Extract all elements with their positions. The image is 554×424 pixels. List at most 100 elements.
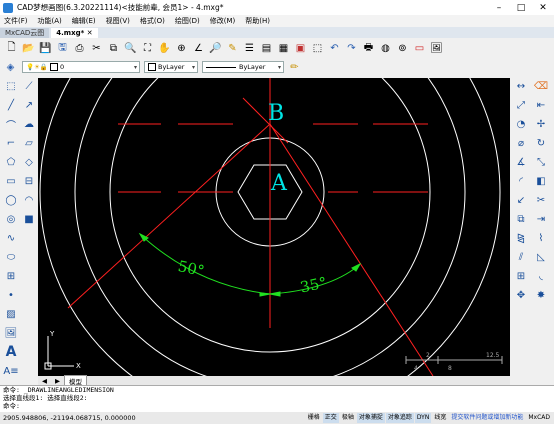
line-icon[interactable]: ╱ <box>3 97 19 113</box>
menu-draw[interactable]: 绘图(D) <box>171 16 206 26</box>
match-properties-icon[interactable]: ✎ <box>225 41 240 56</box>
region-icon[interactable]: ◇ <box>21 154 37 170</box>
move-cross-icon[interactable]: ✢ <box>533 116 549 132</box>
zoom-icon[interactable]: ⊕ <box>174 41 189 56</box>
undo-icon[interactable]: ↶ <box>327 41 342 56</box>
dimension-diameter-icon[interactable]: ⌀ <box>513 135 529 151</box>
command-window[interactable]: 命令: _DRAWLINEANGLEDIMENSION 选择直线段1: 选择直线… <box>0 385 554 413</box>
zoom-window-icon[interactable]: 🔍 <box>123 41 138 56</box>
menu-help[interactable]: 帮助(H) <box>241 16 276 26</box>
polar-toggle[interactable]: 极轴 <box>340 413 356 423</box>
lineweight-toggle[interactable]: 线宽 <box>432 413 448 423</box>
grid-toggle[interactable]: 栅格 <box>306 413 322 423</box>
tab-scroll-right[interactable]: ▶ <box>51 377 64 385</box>
pan-icon[interactable]: ✋ <box>157 41 172 56</box>
stretch-icon[interactable]: ◧ <box>533 173 549 189</box>
web-icon[interactable]: ⊚ <box>395 41 410 56</box>
new-icon[interactable]: 🗋 <box>4 41 19 56</box>
minimize-button[interactable]: – <box>488 0 510 15</box>
menu-view[interactable]: 视图(V) <box>102 16 136 26</box>
image-icon[interactable]: 🖼 <box>429 41 444 56</box>
tab-scroll-left[interactable]: ◀ <box>38 377 51 385</box>
circle-icon[interactable]: ◯ <box>3 192 19 208</box>
rectangle-icon[interactable]: ▭ <box>3 173 19 189</box>
image-insert-icon[interactable]: 🖼 <box>3 325 19 341</box>
dimension-linear-icon[interactable]: ↔ <box>513 78 529 94</box>
revcloud-icon[interactable]: ☁ <box>21 116 37 132</box>
color-icon[interactable]: ▣ <box>293 41 308 56</box>
select-rectangle-icon[interactable]: ⬚ <box>3 78 19 94</box>
ray-icon[interactable]: ↗ <box>21 97 37 113</box>
copy-objects-icon[interactable]: ⧉ <box>513 211 529 227</box>
dimension-aligned-icon[interactable]: ⤢ <box>513 97 529 113</box>
otrack-toggle[interactable]: 对象追踪 <box>385 413 414 423</box>
dimension-arc-icon[interactable]: ◜ <box>513 173 529 189</box>
osnap-toggle[interactable]: 对象捕捉 <box>356 413 385 423</box>
mxcad-button[interactable]: MxCAD <box>526 413 552 423</box>
plot-icon[interactable]: 🖶 <box>361 41 376 56</box>
close-tab-icon[interactable]: ✕ <box>87 29 93 37</box>
copy-icon[interactable]: ⧉ <box>106 41 121 56</box>
trim-icon[interactable]: ✂ <box>533 192 549 208</box>
erase-icon[interactable]: ⌫ <box>533 78 549 94</box>
globe-icon[interactable]: ◍ <box>378 41 393 56</box>
save-as-icon[interactable]: 🖫 <box>55 41 70 56</box>
fillet-icon[interactable]: ◟ <box>533 268 549 284</box>
layer-dropdown[interactable]: 💡 ☀ 🔒 0 ▾ <box>22 61 140 73</box>
chamfer-icon[interactable]: ◺ <box>533 249 549 265</box>
feedback-link[interactable]: 提交软件问题或增加新功能 <box>449 413 525 423</box>
layer-icon[interactable]: ▤ <box>259 41 274 56</box>
hatch-icon[interactable]: ▨ <box>3 306 19 322</box>
break-icon[interactable]: ⌇ <box>533 230 549 246</box>
offset-icon[interactable]: ⫽ <box>513 249 529 265</box>
point-icon[interactable]: • <box>3 287 19 303</box>
polygon-icon[interactable]: ⬠ <box>3 154 19 170</box>
color-dropdown[interactable]: ByLayer ▾ <box>144 61 198 73</box>
drawing-canvas[interactable]: B A 50° 35° Y X 2 12.5 4 8 <box>38 78 510 376</box>
zoom-extents-icon[interactable]: ⛶ <box>140 41 155 56</box>
explode-icon[interactable]: ✸ <box>533 287 549 303</box>
save-icon[interactable]: 💾 <box>38 41 53 56</box>
solid-icon[interactable]: ■ <box>21 211 37 227</box>
extend-icon[interactable]: ⇥ <box>533 211 549 227</box>
scale-icon[interactable]: ⤡ <box>533 154 549 170</box>
mirror-icon[interactable]: ⧎ <box>513 230 529 246</box>
select-icon[interactable]: ⬚ <box>310 41 325 56</box>
menu-file[interactable]: 文件(F) <box>0 16 34 26</box>
open-icon[interactable]: 📂 <box>21 41 36 56</box>
tab-mxcad-cloud[interactable]: MxCAD云图 <box>0 28 50 38</box>
arc-icon[interactable]: ⌒ <box>3 116 19 132</box>
layer-manager-icon[interactable]: ◈ <box>3 60 18 75</box>
ellipse-icon[interactable]: ⬭ <box>3 249 19 265</box>
leader-icon[interactable]: ↙ <box>513 192 529 208</box>
find-icon[interactable]: 🔎 <box>208 41 223 56</box>
dim-style-icon[interactable]: ⇤ <box>533 97 549 113</box>
maximize-button[interactable]: □ <box>510 0 532 15</box>
spline-icon[interactable]: ∿ <box>3 230 19 246</box>
close-button[interactable]: ✕ <box>532 0 554 15</box>
mtext-icon[interactable]: A≡ <box>3 363 19 379</box>
menu-format[interactable]: 格式(O) <box>136 16 171 26</box>
construction-line-icon[interactable]: ⟋ <box>21 78 37 94</box>
table-icon[interactable]: ⊟ <box>21 173 37 189</box>
insert-block-icon[interactable]: ⊞ <box>3 268 19 284</box>
redo-icon[interactable]: ↷ <box>344 41 359 56</box>
dimension-radius-icon[interactable]: ◔ <box>513 116 529 132</box>
command-prompt[interactable]: 命令: <box>0 402 554 410</box>
dyn-toggle[interactable]: DYN <box>414 413 432 423</box>
tab-current-drawing[interactable]: 4.mxg* ✕ <box>51 28 98 38</box>
wipeout-icon[interactable]: ▱ <box>21 135 37 151</box>
pencil-icon[interactable]: ✏ <box>287 60 302 75</box>
measure-icon[interactable]: ∠ <box>191 41 206 56</box>
linetype-dropdown[interactable]: ByLayer ▾ <box>202 61 284 73</box>
text-icon[interactable]: A <box>3 344 19 360</box>
menu-function[interactable]: 功能(A) <box>34 16 68 26</box>
properties-icon[interactable]: ☰ <box>242 41 257 56</box>
array-icon[interactable]: ⊞ <box>513 268 529 284</box>
ortho-toggle[interactable]: 正交 <box>322 413 339 423</box>
polyline-icon[interactable]: ⌐ <box>3 135 19 151</box>
move-icon[interactable]: ✥ <box>513 287 529 303</box>
arc-3pt-icon[interactable]: ◠ <box>21 192 37 208</box>
block-icon[interactable]: ▦ <box>276 41 291 56</box>
donut-icon[interactable]: ◎ <box>3 211 19 227</box>
